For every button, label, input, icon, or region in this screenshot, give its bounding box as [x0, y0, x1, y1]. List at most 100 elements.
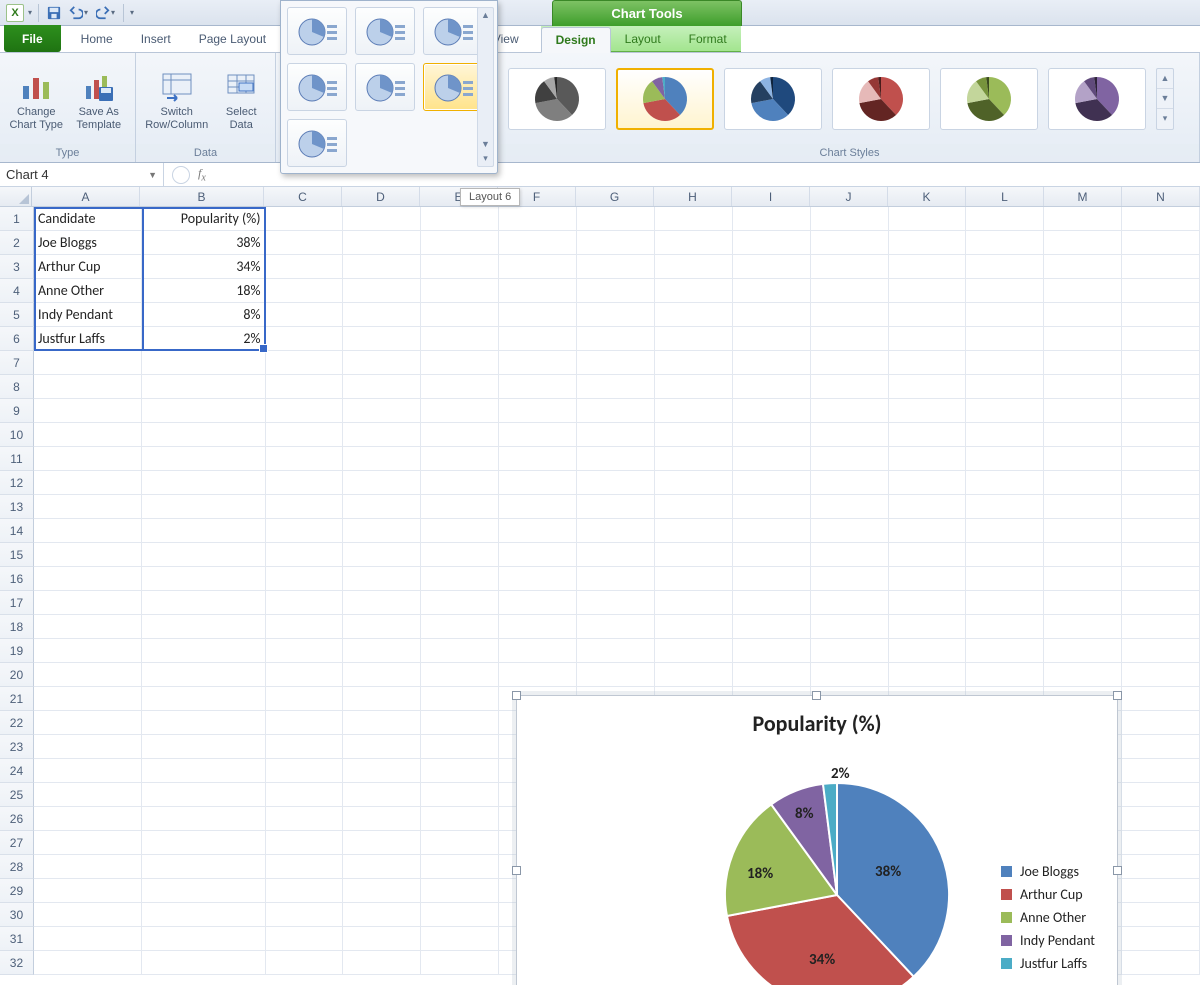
cell[interactable]: [266, 759, 344, 783]
cell[interactable]: [266, 855, 344, 879]
cell[interactable]: [266, 423, 344, 447]
row-header[interactable]: 1: [0, 207, 34, 231]
cell[interactable]: [343, 423, 421, 447]
cell[interactable]: [34, 375, 142, 399]
cell[interactable]: [266, 783, 344, 807]
cell[interactable]: [499, 543, 577, 567]
cell[interactable]: [1122, 759, 1200, 783]
cell[interactable]: [1044, 663, 1122, 687]
cell[interactable]: [811, 591, 889, 615]
column-header[interactable]: L: [966, 187, 1044, 206]
cell[interactable]: [655, 639, 733, 663]
cell[interactable]: [577, 495, 655, 519]
cell[interactable]: [889, 591, 967, 615]
chart-style-thumb[interactable]: [940, 68, 1038, 130]
cell[interactable]: [733, 567, 811, 591]
cell[interactable]: [655, 279, 733, 303]
save-button[interactable]: [45, 5, 63, 21]
cell[interactable]: [421, 687, 499, 711]
cell[interactable]: [343, 303, 421, 327]
cell[interactable]: [1122, 279, 1200, 303]
cell[interactable]: [421, 471, 499, 495]
cell[interactable]: [266, 831, 344, 855]
cell[interactable]: [811, 639, 889, 663]
cell[interactable]: [34, 543, 142, 567]
cell[interactable]: [34, 687, 142, 711]
cell[interactable]: [266, 351, 344, 375]
cell[interactable]: [343, 279, 421, 303]
cell[interactable]: [966, 303, 1044, 327]
tab-insert[interactable]: Insert: [127, 26, 185, 52]
cell[interactable]: [1122, 567, 1200, 591]
row-header[interactable]: 16: [0, 567, 34, 591]
cell[interactable]: 8%: [142, 303, 266, 327]
cell[interactable]: [1044, 543, 1122, 567]
column-header[interactable]: M: [1044, 187, 1122, 206]
cell[interactable]: [499, 591, 577, 615]
row-header[interactable]: 5: [0, 303, 34, 327]
row-header[interactable]: 29: [0, 879, 34, 903]
cell[interactable]: [266, 231, 344, 255]
cell[interactable]: 34%: [142, 255, 266, 279]
cell[interactable]: [142, 495, 266, 519]
cell[interactable]: [34, 495, 142, 519]
cell[interactable]: 2%: [142, 327, 266, 351]
cell[interactable]: [577, 231, 655, 255]
cell[interactable]: [142, 927, 266, 951]
cell[interactable]: [343, 639, 421, 663]
cell[interactable]: [34, 591, 142, 615]
select-data-button[interactable]: Select Data: [215, 66, 267, 130]
cell[interactable]: [889, 663, 967, 687]
cell[interactable]: [421, 591, 499, 615]
cell[interactable]: [34, 663, 142, 687]
cell[interactable]: [966, 615, 1044, 639]
cell[interactable]: [1044, 423, 1122, 447]
resize-handle[interactable]: [1113, 691, 1122, 700]
cell[interactable]: [266, 951, 344, 975]
cell[interactable]: [733, 519, 811, 543]
cell[interactable]: [266, 399, 344, 423]
cell[interactable]: [34, 639, 142, 663]
cell[interactable]: [266, 255, 344, 279]
cell[interactable]: [889, 567, 967, 591]
cell[interactable]: [966, 447, 1044, 471]
row-header[interactable]: 26: [0, 807, 34, 831]
row-header[interactable]: 13: [0, 495, 34, 519]
cell[interactable]: [1122, 903, 1200, 927]
cell[interactable]: [34, 615, 142, 639]
cell[interactable]: [266, 735, 344, 759]
cell[interactable]: [889, 543, 967, 567]
chart-style-thumb[interactable]: [508, 68, 606, 130]
chart-layouts-gallery[interactable]: ▲ ▼ ▾: [280, 0, 498, 174]
cell[interactable]: [343, 711, 421, 735]
cell[interactable]: [577, 639, 655, 663]
cell[interactable]: [733, 447, 811, 471]
row-header[interactable]: 7: [0, 351, 34, 375]
cell[interactable]: [421, 327, 499, 351]
gallery-scroll-down-icon[interactable]: ▼: [478, 137, 493, 151]
cell[interactable]: [1122, 687, 1200, 711]
cell[interactable]: [1122, 447, 1200, 471]
column-header[interactable]: I: [732, 187, 810, 206]
chart-layout-thumb[interactable]: [287, 119, 347, 167]
cell[interactable]: [733, 615, 811, 639]
cell[interactable]: [142, 831, 266, 855]
cell[interactable]: [1044, 447, 1122, 471]
cell[interactable]: [889, 207, 967, 231]
cell[interactable]: [1044, 591, 1122, 615]
cell[interactable]: [811, 423, 889, 447]
cell[interactable]: [266, 879, 344, 903]
cell[interactable]: [966, 255, 1044, 279]
cell[interactable]: [266, 375, 344, 399]
undo-dropdown-icon[interactable]: ▾: [84, 8, 88, 17]
chart-styles-scroller[interactable]: ▲▼▾: [1156, 68, 1174, 130]
cell[interactable]: [499, 447, 577, 471]
pie-plot-area[interactable]: 38% 34% 18% 8% 2%: [717, 767, 957, 985]
cell[interactable]: [1044, 471, 1122, 495]
cell[interactable]: [343, 783, 421, 807]
cell[interactable]: [343, 855, 421, 879]
cell[interactable]: [343, 447, 421, 471]
cell[interactable]: [655, 303, 733, 327]
cell[interactable]: [889, 231, 967, 255]
cell[interactable]: Justfur Laffs: [34, 327, 142, 351]
